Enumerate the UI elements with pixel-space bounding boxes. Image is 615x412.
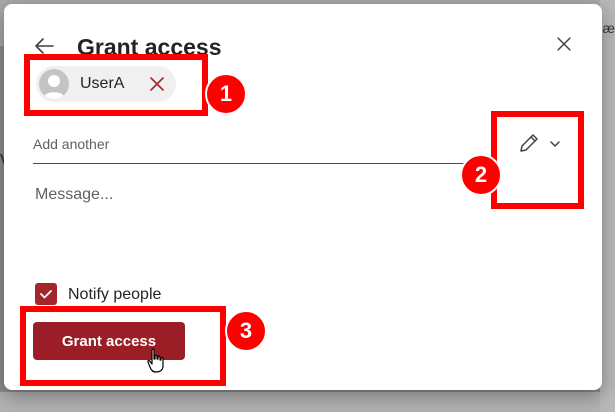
- background-right-panel: [600, 0, 615, 412]
- annotation-box-2: [491, 111, 584, 209]
- background-footer: [0, 392, 615, 412]
- annotation-marker-2: 2: [460, 154, 502, 196]
- annotation-marker-3: 3: [225, 310, 267, 352]
- close-icon: [557, 37, 571, 51]
- annotation-box-1: [24, 54, 208, 116]
- notify-people-checkbox[interactable]: [35, 283, 57, 305]
- add-another-input[interactable]: [33, 129, 481, 164]
- notify-people-label: Notify people: [68, 286, 162, 303]
- annotation-box-3: [20, 306, 226, 386]
- close-button[interactable]: [554, 34, 574, 54]
- annotation-marker-1: 1: [205, 73, 247, 115]
- checkmark-icon: [40, 290, 52, 299]
